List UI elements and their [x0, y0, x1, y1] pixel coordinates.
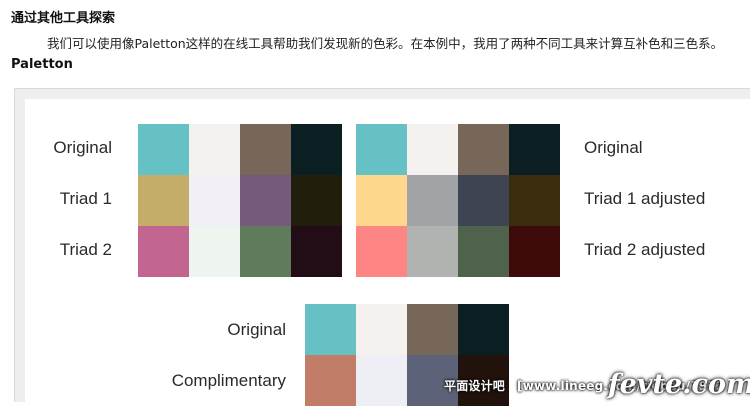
left-swatch-r1-c4 [291, 124, 342, 175]
right-swatch-r3-c3 [458, 226, 509, 277]
bottom-swatch-r2-c2 [356, 355, 407, 406]
right-swatch-r1-c2 [407, 124, 458, 175]
right-swatch-r3-c4 [509, 226, 560, 277]
right-label-original: Original [584, 138, 643, 157]
left-swatch-r3-c1 [138, 226, 189, 277]
bottom-swatch-r1-c1 [305, 304, 356, 355]
article-paragraph: 我们可以使用像Paletton这样的在线工具帮助我们发现新的色彩。在本例中，我用… [47, 36, 724, 51]
left-swatch-r2-c2 [189, 175, 240, 226]
bottom-label-original: Original [227, 320, 286, 339]
watermark-logo: fevte.com [608, 369, 750, 400]
palette-figure-canvas: Original Triad 1 Triad 2 Original Triad … [25, 99, 750, 406]
left-label-original: Original [53, 138, 112, 157]
right-swatch-r2-c2 [407, 175, 458, 226]
bottom-swatch-r1-c2 [356, 304, 407, 355]
section-subheading: Paletton [11, 57, 73, 72]
bottom-swatch-r1-c4 [458, 304, 509, 355]
right-swatch-r2-c3 [458, 175, 509, 226]
left-label-triad-2: Triad 2 [59, 240, 112, 259]
article-heading: 通过其他工具探索 [11, 11, 116, 26]
right-swatch-r3-c1 [356, 226, 407, 277]
left-swatch-r3-c2 [189, 226, 240, 277]
left-swatch-r1-c2 [189, 124, 240, 175]
bottom-swatch-r1-c3 [407, 304, 458, 355]
left-label-triad-1: Triad 1 [59, 189, 112, 208]
right-swatch-grid [356, 124, 560, 277]
right-swatch-r1-c3 [458, 124, 509, 175]
right-swatch-r2-c1 [356, 175, 407, 226]
bottom-swatch-r2-c1 [305, 355, 356, 406]
right-swatch-r1-c4 [509, 124, 560, 175]
left-swatch-grid [138, 124, 342, 277]
right-label-triad-1-adjusted: Triad 1 adjusted [584, 189, 706, 208]
left-swatch-r1-c3 [240, 124, 291, 175]
left-swatch-r1-c1 [138, 124, 189, 175]
palette-figure: Original Triad 1 Triad 2 Original Triad … [14, 88, 750, 406]
left-swatch-r2-c4 [291, 175, 342, 226]
right-label-triad-2-adjusted: Triad 2 adjusted [584, 240, 706, 259]
left-swatch-r3-c3 [240, 226, 291, 277]
left-swatch-r3-c4 [291, 226, 342, 277]
bottom-label-complimentary: Complimentary [171, 371, 286, 390]
right-swatch-r1-c1 [356, 124, 407, 175]
watermark-site-cn: 平面设计吧 [444, 379, 506, 393]
right-swatch-r3-c2 [407, 226, 458, 277]
left-swatch-r2-c1 [138, 175, 189, 226]
right-swatch-r2-c4 [509, 175, 560, 226]
left-swatch-r2-c3 [240, 175, 291, 226]
